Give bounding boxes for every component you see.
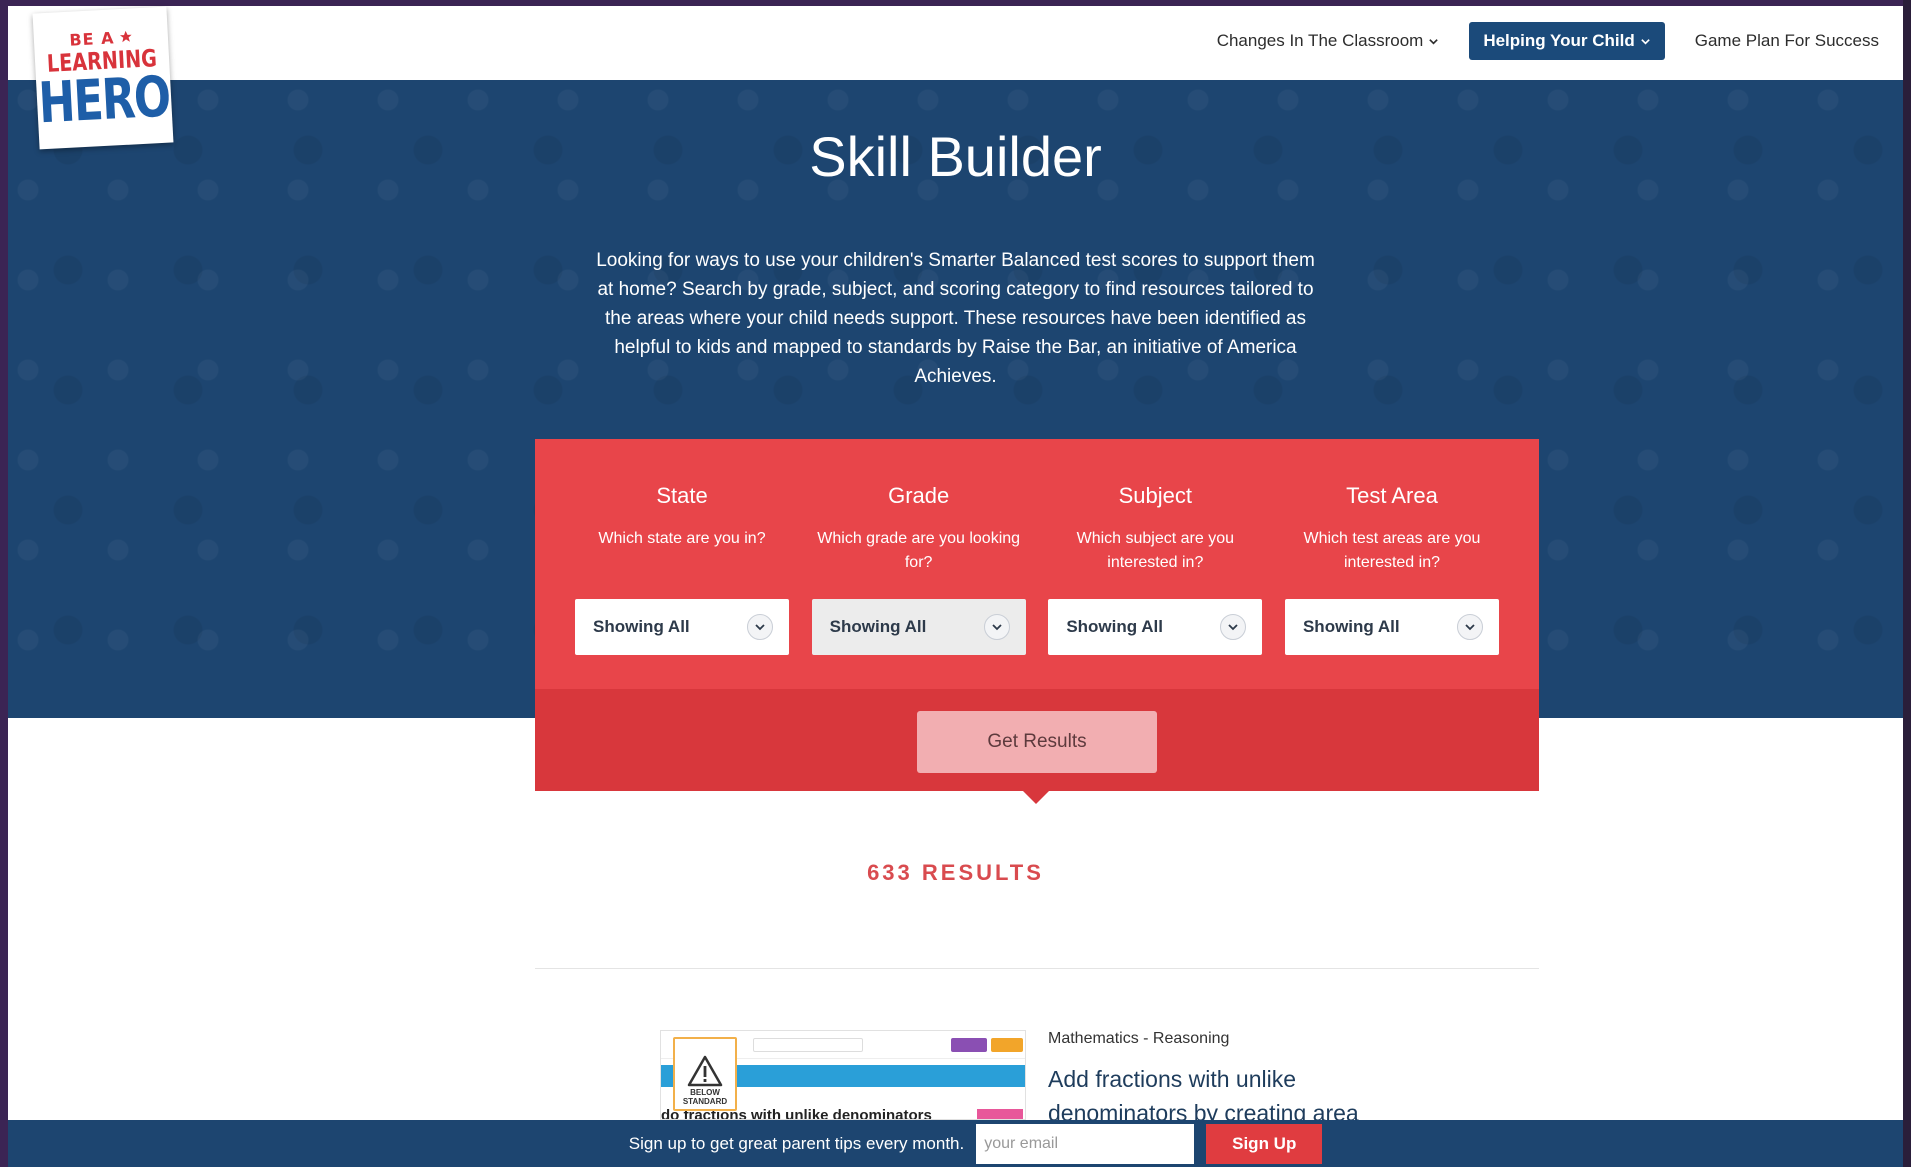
filter-title: Test Area — [1346, 483, 1438, 508]
badge-text: BELOW STANDARD — [682, 1088, 728, 1106]
star-icon — [119, 30, 132, 43]
filter-columns: State Which state are you in? Showing Al… — [575, 481, 1499, 655]
filter-state: State Which state are you in? Showing Al… — [575, 481, 789, 655]
signup-text: Sign up to get great parent tips every m… — [628, 1133, 965, 1153]
window-frame-right — [1903, 0, 1911, 1167]
chevron-down-icon — [983, 614, 1010, 640]
filter-footer: Get Results — [535, 689, 1539, 791]
test-area-select[interactable]: Showing All — [1284, 599, 1499, 655]
results-divider — [535, 968, 1539, 969]
state-select[interactable]: Showing All — [575, 599, 789, 655]
result-thumbnail[interactable]: do fractions with unlike denominators BE… — [660, 1030, 1026, 1120]
hero-description: Looking for ways to use your children's … — [596, 250, 1315, 387]
thumbnail-button-orange — [991, 1038, 1023, 1052]
page-title: Skill Builder — [809, 125, 1102, 188]
filter-help-text: Which state are you in? — [598, 530, 766, 547]
thumbnail-search-box — [753, 1038, 863, 1052]
logo-line-3: HERO — [37, 64, 172, 136]
filter-title: Grade — [888, 483, 950, 508]
filter-help-text: Which grade are you looking for? — [817, 530, 1021, 571]
filter-title: Subject — [1118, 483, 1192, 508]
warning-icon — [687, 1055, 723, 1087]
nav-item-label: Game Plan For Success — [1694, 31, 1879, 50]
grade-select[interactable]: Showing All — [811, 599, 1026, 655]
filter-help-text: Which test areas are you interested in? — [1303, 530, 1481, 571]
chevron-down-icon — [1429, 38, 1439, 45]
select-value: Showing All — [1066, 617, 1163, 636]
window-frame-left — [0, 0, 8, 1167]
select-value: Showing All — [593, 617, 690, 636]
result-category: Mathematics - Reasoning — [1048, 1030, 1230, 1047]
nav-item-label: Changes In The Classroom — [1216, 31, 1424, 50]
top-navigation: Changes In The Classroom Helping Your Ch… — [8, 6, 1903, 80]
signup-bar: Sign up to get great parent tips every m… — [8, 1120, 1903, 1167]
chevron-down-icon — [1640, 38, 1650, 45]
nav-item-label: Helping Your Child — [1483, 31, 1635, 50]
filter-grade: Grade Which grade are you looking for? S… — [811, 481, 1026, 655]
filter-help-text: Which subject are you interested in? — [1076, 530, 1235, 571]
subject-select[interactable]: Showing All — [1048, 599, 1263, 655]
chevron-down-icon — [1220, 614, 1247, 640]
below-standard-badge: BELOW STANDARD — [673, 1037, 737, 1111]
select-value: Showing All — [1302, 617, 1400, 636]
email-field[interactable]: your email — [976, 1123, 1195, 1164]
filter-test-area: Test Area Which test areas are you inter… — [1284, 481, 1499, 655]
chevron-down-icon — [747, 614, 773, 640]
nav-item-game-plan-for-success[interactable]: Game Plan For Success — [1687, 22, 1887, 60]
filter-title: State — [656, 483, 708, 508]
select-value: Showing All — [829, 617, 927, 636]
signup-form: Sign up to get great parent tips every m… — [628, 1123, 1323, 1164]
nav-item-changes-in-the-classroom[interactable]: Changes In The Classroom — [1209, 22, 1448, 60]
filter-subject: Subject Which subject are you interested… — [1048, 481, 1263, 655]
nav-item-helping-your-child[interactable]: Helping Your Child — [1469, 22, 1665, 60]
sign-up-button[interactable]: Sign Up — [1206, 1123, 1323, 1164]
thumbnail-tag — [977, 1109, 1023, 1119]
chevron-down-icon — [1456, 614, 1483, 640]
site-logo[interactable]: BE A LEARNING HERO — [32, 6, 174, 150]
nav-menu: Changes In The Classroom Helping Your Ch… — [1209, 22, 1887, 60]
filter-panel: State Which state are you in? Showing Al… — [535, 439, 1539, 791]
get-results-button[interactable]: Get Results — [917, 711, 1157, 773]
results-count: 633 RESULTS — [867, 860, 1044, 885]
thumbnail-button-purple — [951, 1038, 987, 1052]
panel-pointer-arrow — [1022, 790, 1050, 804]
